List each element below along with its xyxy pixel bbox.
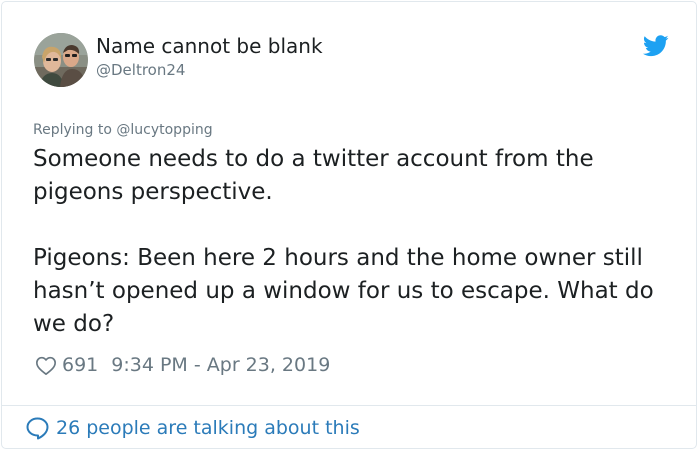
tweet-text: Someone needs to do a twitter account fr… bbox=[33, 143, 673, 341]
like-count: 691 bbox=[62, 354, 99, 376]
conversation-link-label: 26 people are talking about this bbox=[56, 417, 360, 439]
tweet-paragraph-1: Someone needs to do a twitter account fr… bbox=[33, 146, 594, 205]
tweet-meta-row: 691 9:34 PM - Apr 23, 2019 bbox=[35, 352, 330, 378]
author-name[interactable]: Name cannot be blank bbox=[96, 34, 323, 58]
timestamp[interactable]: 9:34 PM - Apr 23, 2019 bbox=[111, 354, 330, 376]
speech-bubble-icon bbox=[25, 416, 50, 440]
divider bbox=[2, 405, 696, 406]
like-button[interactable]: 691 bbox=[35, 354, 111, 376]
tweet-paragraph-2: Pigeons: Been here 2 hours and the home … bbox=[33, 245, 654, 337]
conversation-link[interactable]: 26 people are talking about this bbox=[25, 414, 360, 442]
bird-icon-graphic bbox=[643, 35, 669, 57]
avatar-photo bbox=[34, 33, 88, 87]
avatar[interactable] bbox=[34, 33, 88, 87]
bird-icon[interactable] bbox=[643, 35, 669, 57]
reply-context[interactable]: Replying to @lucytopping bbox=[33, 121, 213, 139]
heart-icon bbox=[35, 355, 57, 376]
tweet-card: Name cannot be blank @Deltron24 Replying… bbox=[1, 1, 697, 449]
author-handle[interactable]: @Deltron24 bbox=[96, 60, 185, 80]
